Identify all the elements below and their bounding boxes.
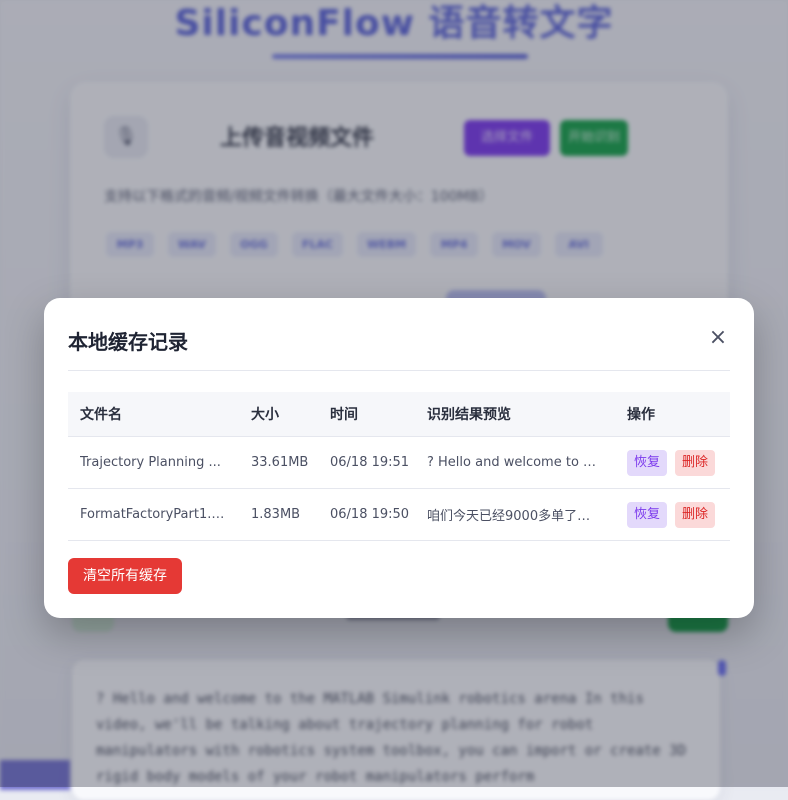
file-size: 1.83MB (239, 488, 318, 541)
cache-table: 文件名 大小 时间 识别结果预览 操作 Trajectory Planning … (68, 392, 730, 541)
table-header-row: 文件名 大小 时间 识别结果预览 操作 (68, 392, 730, 437)
column-header-preview: 识别结果预览 (415, 392, 615, 437)
delete-button[interactable]: 删除 (675, 501, 716, 528)
column-header-actions: 操作 (615, 392, 730, 437)
file-name: Trajectory Planning ... (80, 455, 221, 470)
result-preview: 咱们今天已经9000多单了，今天的单量非常好 (427, 509, 599, 524)
restore-button[interactable]: 恢复 (627, 449, 668, 476)
file-time: 06/18 19:50 (318, 488, 415, 541)
column-header-time: 时间 (318, 392, 415, 437)
restore-button[interactable]: 恢复 (627, 501, 668, 528)
table-row: FormatFactoryPart1.w... 1.83MB 06/18 19:… (68, 488, 730, 541)
file-time: 06/18 19:51 (318, 436, 415, 489)
delete-button[interactable]: 删除 (675, 449, 716, 476)
file-size: 33.61MB (239, 436, 318, 489)
modal-divider (68, 370, 730, 371)
cache-records-modal: 本地缓存记录 × 文件名 大小 时间 识别结果预览 操作 Trajectory … (44, 298, 754, 618)
modal-title: 本地缓存记录 (68, 330, 188, 354)
clear-all-cache-button[interactable]: 清空所有缓存 (68, 558, 182, 594)
column-header-size: 大小 (239, 392, 318, 437)
close-icon[interactable]: × (706, 326, 730, 350)
result-preview: ? Hello and welcome to the MATLAB Simuli… (427, 455, 599, 470)
file-name: FormatFactoryPart1.w... (80, 507, 227, 522)
table-row: Trajectory Planning ... 33.61MB 06/18 19… (68, 436, 730, 489)
column-header-filename: 文件名 (68, 392, 239, 437)
